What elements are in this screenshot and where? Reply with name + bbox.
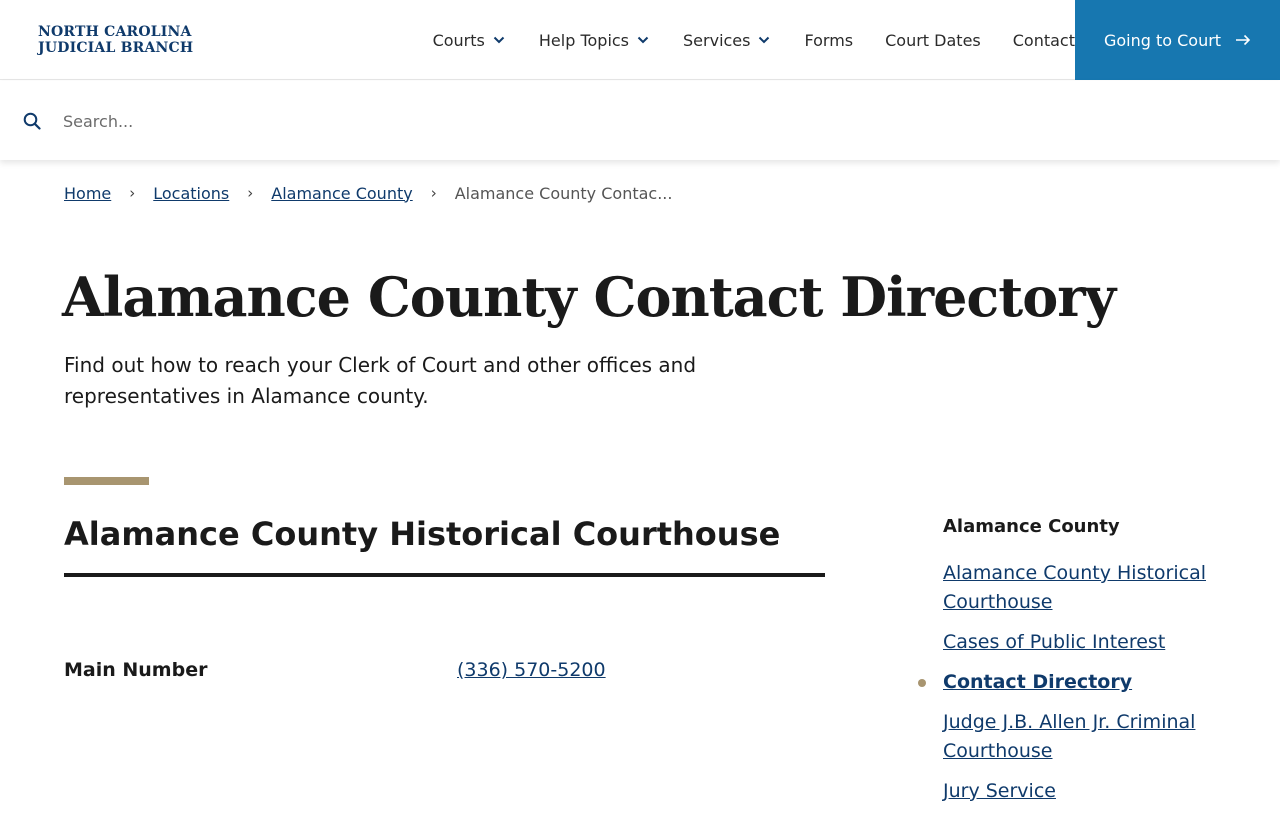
- sidenav-link[interactable]: Cases of Public Interest: [943, 631, 1165, 653]
- nav-item-services[interactable]: Services: [683, 31, 772, 50]
- nav-item-label: Services: [683, 30, 751, 50]
- contact-label-main-number: Main Number: [64, 659, 208, 681]
- nav-item-contact[interactable]: Contact: [1013, 31, 1075, 50]
- nav-item-court-dates[interactable]: Court Dates: [885, 31, 981, 50]
- section-divider: [64, 573, 825, 577]
- cta-label: Going to Court: [1103, 30, 1222, 50]
- chevron-down-icon: [756, 32, 772, 48]
- sidenav-item-cases-of-public-interest: Cases of Public Interest: [943, 628, 1243, 657]
- page-intro: Find out how to reach your Clerk of Cour…: [64, 353, 697, 408]
- going-to-court-button[interactable]: Going to Court: [1075, 0, 1280, 80]
- sidenav-item-jury-service: Jury Service: [943, 777, 1243, 806]
- sidenav-item-criminal-courthouse: Judge J.B. Allen Jr. Criminal Courthouse: [943, 708, 1243, 766]
- section-accent-bar: [64, 477, 149, 485]
- page-title: Alamance County Contact Directory: [62, 265, 1116, 329]
- contact-phone-link[interactable]: (336) 570-5200: [457, 659, 606, 681]
- search-icon[interactable]: [23, 112, 41, 130]
- sidenav-link[interactable]: Jury Service: [943, 780, 1056, 802]
- active-indicator-dot: [918, 679, 926, 687]
- nav-item-label: Contact: [1012, 30, 1075, 50]
- logo-line-1: NORTH CAROLINA: [38, 24, 192, 40]
- breadcrumb-home[interactable]: Home: [64, 184, 111, 203]
- nav-item-courts[interactable]: Courts: [433, 31, 507, 50]
- arrow-right-icon: [1235, 34, 1251, 46]
- sidenav-link[interactable]: Contact Directory: [943, 671, 1132, 693]
- sidenav-link[interactable]: Alamance County Historical Courthouse: [943, 562, 1206, 613]
- breadcrumb-locations[interactable]: Locations: [153, 184, 229, 203]
- chevron-right-icon: ›: [430, 184, 437, 202]
- nav-item-label: Courts: [432, 30, 485, 50]
- breadcrumb-alamance-county[interactable]: Alamance County: [271, 184, 412, 203]
- chevron-down-icon: [635, 32, 651, 48]
- nav-item-forms[interactable]: Forms: [804, 31, 853, 50]
- chevron-right-icon: ›: [129, 184, 136, 202]
- sidenav-list: Alamance County Historical Courthouse Ca…: [918, 559, 1243, 817]
- chevron-down-icon: [491, 32, 507, 48]
- nav-item-help-topics[interactable]: Help Topics: [539, 31, 651, 50]
- breadcrumb-current: Alamance County Contac...: [454, 183, 673, 203]
- search-bar: [0, 81, 1280, 160]
- sidenav-item-contact-directory: Contact Directory: [918, 668, 1243, 697]
- sidenav-item-historical-courthouse: Alamance County Historical Courthouse: [943, 559, 1243, 617]
- logo-line-2: JUDICIAL BRANCH: [38, 40, 194, 56]
- sidenav-title: Alamance County: [943, 516, 1120, 537]
- sidenav-link[interactable]: Judge J.B. Allen Jr. Criminal Courthouse: [943, 711, 1195, 762]
- chevron-right-icon: ›: [247, 184, 254, 202]
- search-input[interactable]: [63, 105, 963, 137]
- main-nav: Courts Help Topics Services Forms Court …: [401, 0, 1075, 80]
- nav-item-label: Forms: [804, 30, 854, 50]
- nav-item-label: Court Dates: [885, 30, 981, 50]
- site-header: NORTH CAROLINA JUDICIAL BRANCH Courts He…: [0, 0, 1280, 80]
- breadcrumb: Home › Locations › Alamance County › Ala…: [64, 183, 672, 203]
- section-title: Alamance County Historical Courthouse: [64, 515, 781, 553]
- site-logo[interactable]: NORTH CAROLINA JUDICIAL BRANCH: [38, 24, 193, 56]
- nav-item-label: Help Topics: [538, 30, 630, 50]
